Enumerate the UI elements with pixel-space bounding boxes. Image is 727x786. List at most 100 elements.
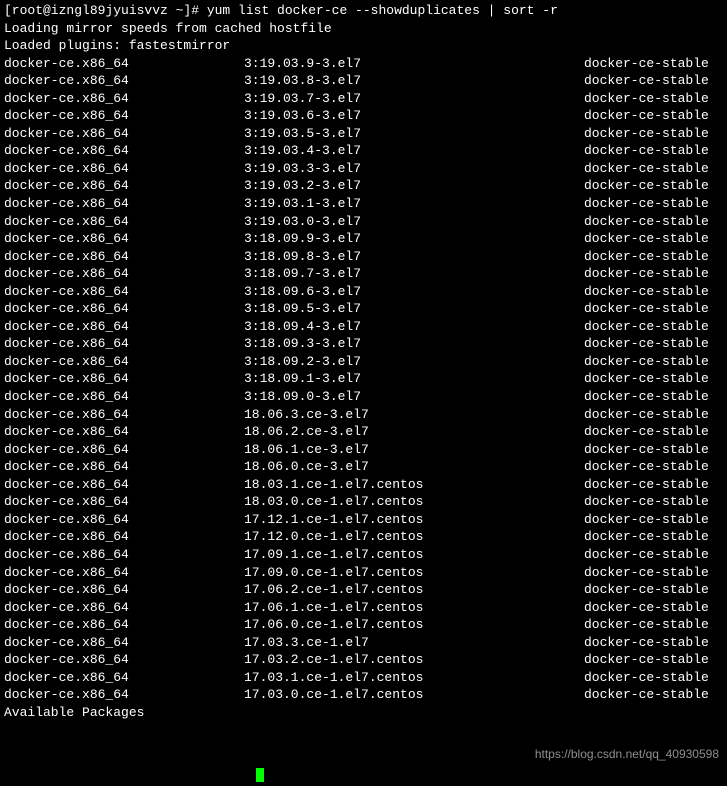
package-version: 3:18.09.3-3.el7: [244, 335, 584, 353]
package-repo: docker-ce-stable: [584, 388, 709, 406]
package-version: 3:18.09.5-3.el7: [244, 300, 584, 318]
package-version: 17.06.1.ce-1.el7.centos: [244, 599, 584, 617]
package-repo: docker-ce-stable: [584, 177, 709, 195]
package-version: 17.09.0.ce-1.el7.centos: [244, 564, 584, 582]
package-name: docker-ce.x86_64: [4, 283, 244, 301]
package-row: docker-ce.x86_643:19.03.4-3.el7docker-ce…: [4, 142, 723, 160]
package-row: docker-ce.x86_6417.06.2.ce-1.el7.centosd…: [4, 581, 723, 599]
package-version: 17.03.0.ce-1.el7.centos: [244, 686, 584, 704]
package-repo: docker-ce-stable: [584, 72, 709, 90]
package-row: docker-ce.x86_643:19.03.5-3.el7docker-ce…: [4, 125, 723, 143]
package-name: docker-ce.x86_64: [4, 458, 244, 476]
package-row: docker-ce.x86_6417.03.3.ce-1.el7docker-c…: [4, 634, 723, 652]
package-version: 3:19.03.3-3.el7: [244, 160, 584, 178]
package-repo: docker-ce-stable: [584, 616, 709, 634]
package-name: docker-ce.x86_64: [4, 248, 244, 266]
package-row: docker-ce.x86_6418.06.2.ce-3.el7docker-c…: [4, 423, 723, 441]
package-name: docker-ce.x86_64: [4, 406, 244, 424]
package-row: docker-ce.x86_643:18.09.2-3.el7docker-ce…: [4, 353, 723, 371]
package-row: docker-ce.x86_643:19.03.6-3.el7docker-ce…: [4, 107, 723, 125]
package-repo: docker-ce-stable: [584, 142, 709, 160]
package-name: docker-ce.x86_64: [4, 55, 244, 73]
package-row: docker-ce.x86_6417.12.0.ce-1.el7.centosd…: [4, 528, 723, 546]
package-repo: docker-ce-stable: [584, 634, 709, 652]
terminal-output[interactable]: [root@izngl89jyuisvvz ~]# yum list docke…: [4, 2, 723, 721]
package-row: docker-ce.x86_6417.09.0.ce-1.el7.centosd…: [4, 564, 723, 582]
package-name: docker-ce.x86_64: [4, 318, 244, 336]
package-version: 3:18.09.0-3.el7: [244, 388, 584, 406]
package-row: docker-ce.x86_643:18.09.0-3.el7docker-ce…: [4, 388, 723, 406]
package-repo: docker-ce-stable: [584, 581, 709, 599]
package-name: docker-ce.x86_64: [4, 125, 244, 143]
package-row: docker-ce.x86_643:18.09.3-3.el7docker-ce…: [4, 335, 723, 353]
package-repo: docker-ce-stable: [584, 476, 709, 494]
plugins-line: Loaded plugins: fastestmirror: [4, 37, 723, 55]
package-version: 3:19.03.9-3.el7: [244, 55, 584, 73]
package-version: 18.06.0.ce-3.el7: [244, 458, 584, 476]
package-row: docker-ce.x86_643:19.03.1-3.el7docker-ce…: [4, 195, 723, 213]
package-list: docker-ce.x86_643:19.03.9-3.el7docker-ce…: [4, 55, 723, 704]
package-version: 3:18.09.4-3.el7: [244, 318, 584, 336]
package-name: docker-ce.x86_64: [4, 177, 244, 195]
package-version: 3:18.09.9-3.el7: [244, 230, 584, 248]
package-repo: docker-ce-stable: [584, 686, 709, 704]
package-row: docker-ce.x86_643:19.03.0-3.el7docker-ce…: [4, 213, 723, 231]
package-repo: docker-ce-stable: [584, 564, 709, 582]
package-version: 3:19.03.8-3.el7: [244, 72, 584, 90]
package-version: 17.09.1.ce-1.el7.centos: [244, 546, 584, 564]
package-version: 3:18.09.1-3.el7: [244, 370, 584, 388]
package-name: docker-ce.x86_64: [4, 423, 244, 441]
package-repo: docker-ce-stable: [584, 125, 709, 143]
package-name: docker-ce.x86_64: [4, 300, 244, 318]
package-version: 3:18.09.2-3.el7: [244, 353, 584, 371]
package-name: docker-ce.x86_64: [4, 90, 244, 108]
package-repo: docker-ce-stable: [584, 651, 709, 669]
package-repo: docker-ce-stable: [584, 318, 709, 336]
package-version: 18.06.2.ce-3.el7: [244, 423, 584, 441]
package-name: docker-ce.x86_64: [4, 493, 244, 511]
package-repo: docker-ce-stable: [584, 248, 709, 266]
package-version: 17.06.2.ce-1.el7.centos: [244, 581, 584, 599]
package-row: docker-ce.x86_643:18.09.6-3.el7docker-ce…: [4, 283, 723, 301]
package-row: docker-ce.x86_6418.03.0.ce-1.el7.centosd…: [4, 493, 723, 511]
package-row: docker-ce.x86_6418.03.1.ce-1.el7.centosd…: [4, 476, 723, 494]
package-repo: docker-ce-stable: [584, 511, 709, 529]
package-name: docker-ce.x86_64: [4, 107, 244, 125]
package-version: 18.03.0.ce-1.el7.centos: [244, 493, 584, 511]
package-repo: docker-ce-stable: [584, 107, 709, 125]
package-repo: docker-ce-stable: [584, 599, 709, 617]
package-version: 17.03.3.ce-1.el7: [244, 634, 584, 652]
package-row: docker-ce.x86_6417.12.1.ce-1.el7.centosd…: [4, 511, 723, 529]
package-version: 3:19.03.2-3.el7: [244, 177, 584, 195]
package-repo: docker-ce-stable: [584, 458, 709, 476]
package-repo: docker-ce-stable: [584, 423, 709, 441]
package-repo: docker-ce-stable: [584, 335, 709, 353]
package-row: docker-ce.x86_6417.06.0.ce-1.el7.centosd…: [4, 616, 723, 634]
package-row: docker-ce.x86_643:18.09.7-3.el7docker-ce…: [4, 265, 723, 283]
package-version: 3:18.09.7-3.el7: [244, 265, 584, 283]
loading-line: Loading mirror speeds from cached hostfi…: [4, 20, 723, 38]
package-repo: docker-ce-stable: [584, 353, 709, 371]
package-name: docker-ce.x86_64: [4, 476, 244, 494]
package-version: 3:18.09.8-3.el7: [244, 248, 584, 266]
package-row: docker-ce.x86_6417.03.1.ce-1.el7.centosd…: [4, 669, 723, 687]
package-row: docker-ce.x86_643:18.09.5-3.el7docker-ce…: [4, 300, 723, 318]
package-row: docker-ce.x86_6418.06.0.ce-3.el7docker-c…: [4, 458, 723, 476]
package-repo: docker-ce-stable: [584, 370, 709, 388]
package-version: 3:19.03.4-3.el7: [244, 142, 584, 160]
package-repo: docker-ce-stable: [584, 90, 709, 108]
package-repo: docker-ce-stable: [584, 406, 709, 424]
package-repo: docker-ce-stable: [584, 493, 709, 511]
package-version: 3:19.03.6-3.el7: [244, 107, 584, 125]
package-name: docker-ce.x86_64: [4, 564, 244, 582]
package-repo: docker-ce-stable: [584, 300, 709, 318]
package-name: docker-ce.x86_64: [4, 511, 244, 529]
package-name: docker-ce.x86_64: [4, 213, 244, 231]
package-name: docker-ce.x86_64: [4, 353, 244, 371]
package-name: docker-ce.x86_64: [4, 230, 244, 248]
package-name: docker-ce.x86_64: [4, 160, 244, 178]
package-name: docker-ce.x86_64: [4, 265, 244, 283]
package-version: 3:19.03.1-3.el7: [244, 195, 584, 213]
package-row: docker-ce.x86_643:18.09.8-3.el7docker-ce…: [4, 248, 723, 266]
package-repo: docker-ce-stable: [584, 283, 709, 301]
